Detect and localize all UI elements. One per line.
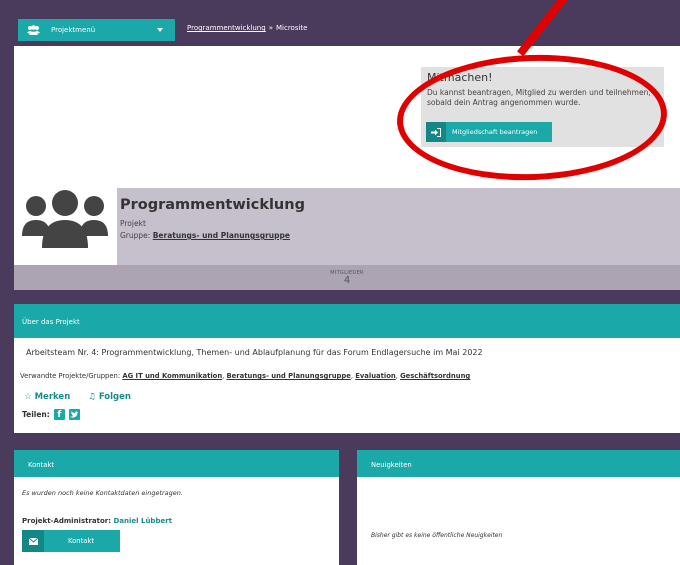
related-prefix: Verwandte Projekte/Gruppen: bbox=[20, 372, 121, 380]
breadcrumb: Programmentwicklung» Microsite bbox=[187, 24, 307, 32]
share-row: Teilen: f bbox=[22, 409, 80, 420]
project-description: Arbeitsteam Nr. 4: Programmentwicklung, … bbox=[26, 348, 483, 357]
bookmark-label: Merken bbox=[34, 392, 71, 402]
breadcrumb-current: Microsite bbox=[275, 24, 308, 32]
project-group-link[interactable]: Beratungs- und Planungsgruppe bbox=[153, 231, 290, 240]
news-panel bbox=[357, 477, 680, 565]
star-icon: ☆ bbox=[24, 392, 32, 402]
project-group-prefix: Gruppe: bbox=[120, 231, 151, 240]
envelope-icon bbox=[22, 530, 44, 552]
top-navigation-bar: Projektmenü Programmentwicklung» Microsit… bbox=[0, 0, 680, 46]
facebook-icon[interactable]: f bbox=[53, 409, 65, 420]
related-link[interactable]: AG IT und Kommunikation bbox=[122, 372, 222, 380]
related-link[interactable]: Beratungs- und Planungsgruppe bbox=[227, 372, 351, 380]
about-section-heading: Über das Projekt bbox=[14, 304, 680, 338]
members-bar[interactable]: MITGLIEDER 4 bbox=[14, 265, 680, 290]
admin-name-link[interactable]: Daniel Lübbert bbox=[113, 517, 172, 525]
project-actions: ☆ Merken ♫ Folgen bbox=[24, 392, 131, 402]
follow-button[interactable]: ♫ Folgen bbox=[88, 392, 131, 402]
section-divider bbox=[0, 290, 680, 304]
follow-label: Folgen bbox=[98, 392, 131, 402]
share-label: Teilen: bbox=[22, 410, 50, 419]
project-title: Programmentwicklung bbox=[120, 197, 305, 213]
breadcrumb-separator: » bbox=[268, 24, 273, 32]
twitter-icon[interactable] bbox=[68, 409, 80, 420]
related-projects: Verwandte Projekte/Gruppen: AG IT und Ko… bbox=[20, 372, 471, 380]
contact-button-label: Kontakt bbox=[68, 537, 95, 545]
chevron-down-icon bbox=[157, 28, 163, 32]
project-menu-button[interactable]: Projektmenü bbox=[18, 19, 175, 41]
related-link[interactable]: Geschäftsordnung bbox=[400, 372, 470, 380]
contact-button[interactable]: Kontakt bbox=[22, 530, 120, 552]
contact-empty-text: Es wurden noch keine Kontaktdaten einget… bbox=[22, 489, 183, 497]
group-avatar-icon bbox=[22, 190, 108, 252]
breadcrumb-parent-link[interactable]: Programmentwicklung bbox=[187, 24, 266, 32]
members-count: 4 bbox=[343, 275, 351, 286]
contact-heading: Kontakt bbox=[14, 450, 339, 477]
news-empty-text: Bisher gibt es keine öffentliche Neuigke… bbox=[371, 532, 503, 539]
admin-prefix: Projekt-Administrator: bbox=[22, 517, 112, 525]
related-link[interactable]: Evaluation bbox=[355, 372, 396, 380]
users-icon bbox=[27, 25, 40, 35]
project-group: Gruppe: Beratungs- und Planungsgruppe bbox=[120, 231, 680, 240]
project-menu-label: Projektmenü bbox=[51, 26, 96, 34]
project-type: Projekt bbox=[120, 219, 146, 228]
project-info: Programmentwicklung Projekt Gruppe: Bera… bbox=[117, 188, 680, 265]
news-heading: Neuigkeiten bbox=[357, 450, 680, 477]
bell-icon: ♫ bbox=[88, 392, 96, 402]
bookmark-button[interactable]: ☆ Merken bbox=[24, 392, 70, 402]
project-admin: Projekt-Administrator: Daniel Lübbert bbox=[22, 517, 172, 525]
